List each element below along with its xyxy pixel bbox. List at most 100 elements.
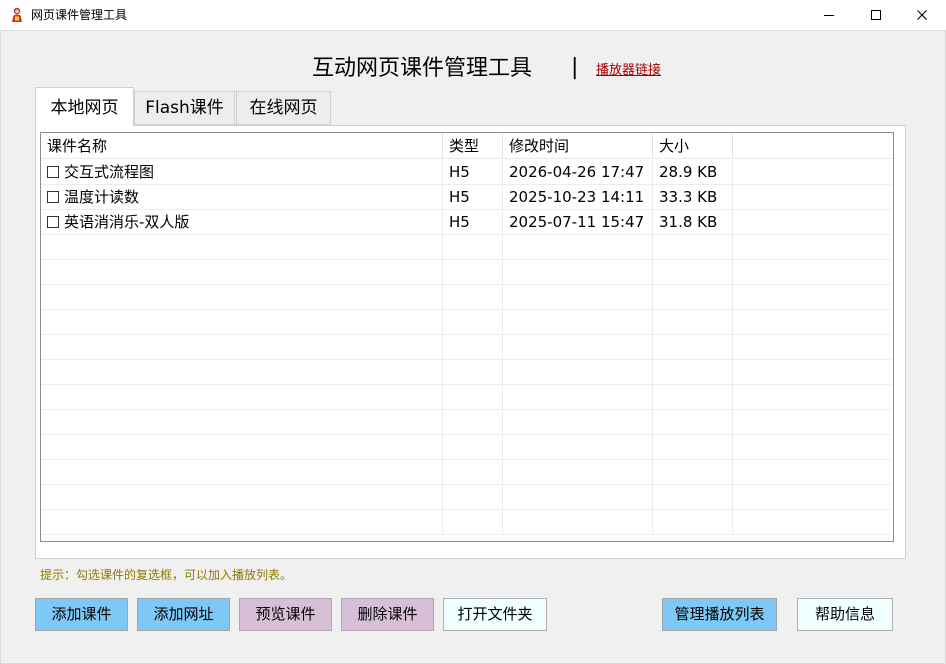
course-name: 交互式流程图 [64, 163, 155, 181]
course-type: H5 [443, 185, 503, 210]
empty-cell [41, 235, 443, 260]
open-folder-button[interactable]: 打开文件夹 [443, 598, 547, 631]
column-header-modified[interactable]: 修改时间 [503, 133, 653, 159]
add-course-button[interactable]: 添加课件 [35, 598, 128, 631]
empty-cell [653, 310, 733, 335]
empty-cell [503, 310, 653, 335]
minimize-icon [824, 15, 834, 16]
empty-cell [41, 510, 443, 535]
title-separator: | [571, 55, 579, 80]
empty-cell [733, 335, 893, 360]
empty-cell [733, 460, 893, 485]
close-icon [917, 10, 927, 20]
empty-cell [733, 285, 893, 310]
maximize-icon [871, 10, 881, 20]
empty-row [41, 435, 891, 460]
empty-cell [503, 360, 653, 385]
empty-cell [733, 235, 893, 260]
empty-cell [733, 385, 893, 410]
preview-course-button[interactable]: 预览课件 [239, 598, 332, 631]
manage-playlist-button[interactable]: 管理播放列表 [662, 598, 777, 631]
empty-cell [503, 510, 653, 535]
course-type: H5 [443, 210, 503, 235]
empty-cell [41, 485, 443, 510]
page-title: 互动网页课件管理工具 [312, 56, 533, 81]
course-size: 33.3 KB [653, 185, 733, 210]
tab-online[interactable]: 在线网页 [236, 91, 331, 125]
column-header-filler [733, 133, 893, 159]
course-name: 英语消消乐-双人版 [64, 213, 190, 231]
hint-text: 提示：勾选课件的复选框，可以加入播放列表。 [40, 568, 293, 582]
empty-cell [41, 260, 443, 285]
empty-cell [41, 385, 443, 410]
empty-cell [653, 260, 733, 285]
empty-cell [41, 310, 443, 335]
empty-row [41, 335, 891, 360]
red-character-icon [12, 7, 22, 22]
empty-cell [443, 385, 503, 410]
empty-cell [443, 310, 503, 335]
tab-flash[interactable]: Flash课件 [134, 91, 235, 125]
empty-cell [443, 235, 503, 260]
help-button[interactable]: 帮助信息 [797, 598, 893, 631]
empty-row [41, 235, 891, 260]
row-checkbox[interactable] [47, 216, 59, 228]
empty-cell [443, 435, 503, 460]
close-button[interactable] [899, 0, 945, 30]
empty-cell [41, 335, 443, 360]
empty-row [41, 510, 891, 535]
empty-cell [41, 435, 443, 460]
empty-cell [653, 510, 733, 535]
empty-cell [733, 510, 893, 535]
course-type: H5 [443, 160, 503, 185]
empty-cell [733, 360, 893, 385]
column-header-size[interactable]: 大小 [653, 133, 733, 159]
empty-cell [443, 285, 503, 310]
row-checkbox[interactable] [47, 191, 59, 203]
empty-cell [503, 410, 653, 435]
empty-cell [503, 260, 653, 285]
empty-cell [503, 460, 653, 485]
empty-cell [733, 310, 893, 335]
empty-cell [653, 410, 733, 435]
player-link[interactable]: 播放器链接 [596, 63, 661, 79]
row-checkbox[interactable] [47, 166, 59, 178]
add-url-button[interactable]: 添加网址 [137, 598, 230, 631]
tab-local[interactable]: 本地网页 [35, 87, 134, 127]
empty-cell [653, 485, 733, 510]
list-header: 课件名称 类型 修改时间 大小 [41, 133, 893, 159]
empty-cell [41, 410, 443, 435]
empty-cell [443, 410, 503, 435]
column-header-type[interactable]: 类型 [443, 133, 503, 159]
course-modified: 2025-07-11 15:47 [503, 210, 653, 235]
empty-row [41, 485, 891, 510]
maximize-button[interactable] [853, 0, 899, 30]
delete-course-button[interactable]: 删除课件 [341, 598, 434, 631]
course-size: 28.9 KB [653, 160, 733, 185]
empty-cell [443, 360, 503, 385]
course-list[interactable]: 课件名称 类型 修改时间 大小 交互式流程图 H5 2026-04-26 17:… [40, 132, 894, 542]
empty-row [41, 360, 891, 385]
empty-cell [653, 360, 733, 385]
empty-row [41, 410, 891, 435]
empty-cell [733, 435, 893, 460]
table-row[interactable]: 温度计读数 H5 2025-10-23 14:11 33.3 KB [41, 185, 891, 210]
empty-cell [503, 485, 653, 510]
empty-row [41, 385, 891, 410]
column-header-name[interactable]: 课件名称 [41, 133, 443, 159]
table-row[interactable]: 英语消消乐-双人版 H5 2025-07-11 15:47 31.8 KB [41, 210, 891, 235]
empty-cell [443, 510, 503, 535]
empty-cell [443, 260, 503, 285]
empty-row [41, 310, 891, 335]
empty-cell [503, 385, 653, 410]
empty-cell [443, 485, 503, 510]
empty-cell [503, 335, 653, 360]
minimize-button[interactable] [806, 0, 852, 30]
table-row[interactable]: 交互式流程图 H5 2026-04-26 17:47 28.9 KB [41, 160, 891, 185]
empty-cell [41, 360, 443, 385]
empty-cell [653, 335, 733, 360]
empty-row [41, 460, 891, 485]
empty-cell [503, 235, 653, 260]
empty-cell [653, 235, 733, 260]
course-name: 温度计读数 [64, 188, 140, 206]
